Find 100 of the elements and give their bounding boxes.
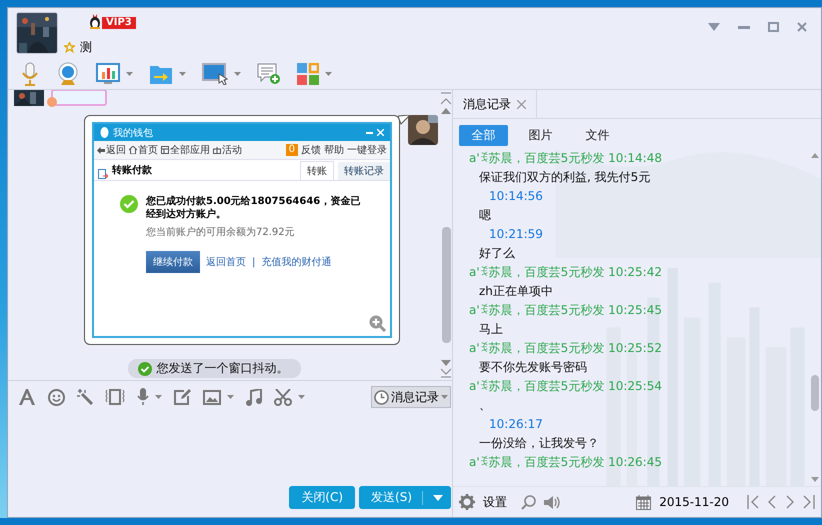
- system-notice: 您发送了一个窗口抖动。: [156, 360, 288, 377]
- microphone-icon[interactable]: [20, 62, 40, 86]
- font-icon[interactable]: [18, 389, 36, 405]
- date-text: 2015-11-20: [659, 495, 729, 509]
- timestamp: 10:26:17: [488, 416, 544, 433]
- caret-icon[interactable]: [126, 72, 133, 76]
- nav-link[interactable]: 反馈: [301, 143, 321, 157]
- sender-line: a'ꉂ苏晨，百度芸5元秒发 10:25:54: [469, 378, 663, 395]
- scroll-thumb[interactable]: [442, 227, 450, 344]
- webcam-icon[interactable]: [56, 62, 80, 86]
- apps-icon[interactable]: [297, 63, 319, 85]
- message-text: 一份没给，让我发号？: [478, 435, 600, 452]
- scroll-up-icon[interactable]: [441, 92, 451, 106]
- caret-icon[interactable]: [234, 72, 241, 76]
- link[interactable]: 返回首页: [206, 255, 246, 269]
- transfer-icon: [98, 169, 108, 180]
- filter-tab[interactable]: 文件: [573, 125, 622, 146]
- scissors-icon[interactable]: [274, 388, 292, 406]
- calendar-icon[interactable]: [636, 494, 652, 510]
- nav-link[interactable]: 活动: [222, 143, 242, 157]
- sender-line: a'ꉂ苏晨，百度芸5元秒发 10:25:42: [469, 264, 663, 281]
- caret-icon[interactable]: [227, 395, 234, 399]
- sender-line: a'ꉂ苏晨，百度芸5元秒发 10:26:45: [469, 454, 663, 471]
- filter-tab[interactable]: 图片: [516, 125, 565, 146]
- caret-icon[interactable]: [298, 395, 305, 399]
- scroll-up-icon[interactable]: [811, 153, 819, 158]
- message-text: zh正在单项中: [478, 283, 554, 300]
- message-text: 嗯: [478, 207, 492, 224]
- tab[interactable]: 转账: [300, 161, 334, 180]
- scroll-down-icon[interactable]: [441, 360, 451, 366]
- history-button[interactable]: 消息记录: [371, 386, 451, 408]
- message-text: 马上: [478, 321, 504, 338]
- home-icon: [129, 146, 137, 154]
- maximize-icon[interactable]: [768, 22, 779, 32]
- nav-link[interactable]: 首页: [138, 143, 158, 157]
- tab[interactable]: 转账记录: [338, 162, 390, 180]
- link[interactable]: 充值我的财付通: [261, 255, 332, 269]
- section-title: 转账付款: [112, 164, 152, 177]
- timestamp: 10:14:56: [488, 188, 544, 205]
- first-page-icon[interactable]: [747, 495, 759, 509]
- caret-icon[interactable]: [325, 72, 332, 76]
- window-title: 我的钱包: [113, 126, 153, 140]
- scroll-up-icon[interactable]: [441, 108, 451, 114]
- settings-icon[interactable]: [459, 494, 475, 510]
- folder-icon[interactable]: [149, 63, 173, 85]
- continue-button[interactable]: 继续付款: [146, 251, 200, 273]
- minimize-icon[interactable]: [738, 26, 750, 28]
- separator: |: [252, 256, 256, 268]
- nav-link[interactable]: 全部应用: [170, 143, 210, 157]
- last-page-icon[interactable]: [803, 495, 815, 509]
- contact-name: 测: [80, 39, 92, 56]
- scrollbar[interactable]: [440, 90, 452, 380]
- sticker-drawing: [46, 90, 108, 108]
- new-chat-icon[interactable]: [257, 63, 281, 85]
- star-icon: [64, 42, 75, 53]
- history-tab[interactable]: 消息记录: [453, 90, 537, 118]
- balance-text: 您当前账户的可用余额为72.92元: [146, 226, 296, 239]
- back-arrow-icon: [97, 146, 105, 154]
- screen-share-icon[interactable]: [202, 63, 228, 85]
- caret-icon: [441, 395, 448, 399]
- presentation-icon[interactable]: [96, 63, 120, 85]
- success-icon: [120, 195, 138, 213]
- vip-badge: VIP3: [102, 17, 136, 29]
- previous-icon[interactable]: [767, 495, 777, 509]
- speaker-icon[interactable]: [544, 494, 560, 510]
- sender-line: a'ꉂ苏晨，百度芸5元秒发 10:25:52: [469, 340, 663, 357]
- zoom-in-icon[interactable]: [369, 315, 386, 332]
- scroll-down-icon[interactable]: [811, 477, 819, 482]
- message-text: 保证我们双方的利益, 我先付5元: [478, 169, 652, 186]
- scroll-down-icon[interactable]: [441, 368, 451, 378]
- caret-icon[interactable]: [155, 395, 162, 399]
- scroll-thumb[interactable]: [811, 374, 819, 411]
- edit-icon[interactable]: [174, 389, 191, 405]
- nav-link[interactable]: 帮助: [324, 143, 344, 157]
- success-message: 您已成功付款5.00元给1807564646，资金已经到达对方账户。: [146, 195, 362, 221]
- music-icon[interactable]: [246, 388, 262, 406]
- success-icon: [138, 362, 152, 376]
- magic-wand-icon[interactable]: [77, 389, 93, 405]
- caret-icon[interactable]: [433, 494, 443, 500]
- nav-link[interactable]: 返回: [106, 143, 126, 157]
- caret-icon[interactable]: [179, 72, 186, 76]
- settings-link[interactable]: 设置: [483, 494, 507, 510]
- count-badge: 0: [286, 144, 298, 156]
- window-shake-icon[interactable]: [105, 389, 125, 405]
- microphone-icon[interactable]: [137, 388, 149, 406]
- message-text: 、: [478, 397, 492, 414]
- image-icon[interactable]: [203, 390, 221, 404]
- smiley-icon[interactable]: [48, 388, 65, 406]
- close-icon[interactable]: [517, 100, 526, 108]
- minimize-icon[interactable]: [366, 132, 373, 134]
- timestamp: 10:21:59: [488, 226, 544, 243]
- dropdown-icon[interactable]: [708, 23, 720, 31]
- sender-line: a'ꉂ苏晨，百度芸5元秒发 10:25:45: [469, 302, 663, 319]
- grid-icon: [161, 146, 169, 154]
- next-icon[interactable]: [785, 495, 795, 509]
- nav-link[interactable]: 一键登录: [347, 143, 387, 157]
- message-text: 好了么: [478, 245, 516, 262]
- gift-icon: [213, 146, 221, 154]
- close-icon[interactable]: [797, 22, 807, 32]
- search-icon[interactable]: [521, 494, 536, 510]
